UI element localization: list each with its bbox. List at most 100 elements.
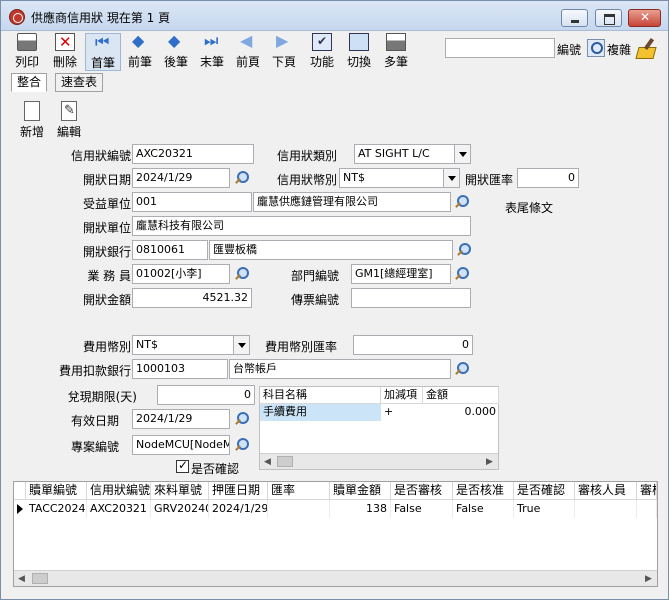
grid-header[interactable]: 審核 — [637, 482, 657, 500]
prev-page-icon — [238, 31, 258, 51]
chevron-down-icon[interactable] — [233, 336, 249, 354]
lc-type-select[interactable]: AT SIGHT L/C — [354, 144, 471, 164]
function-button[interactable]: 功能 — [304, 33, 340, 71]
first-record-button[interactable]: 首筆 — [85, 32, 121, 71]
title-bar[interactable]: 供應商信用狀 現在第 1 頁 — [1, 1, 668, 31]
lc-number-field[interactable]: AXC20321 — [132, 144, 254, 164]
grid-cell[interactable] — [268, 500, 330, 518]
switch-button[interactable]: 切換 — [341, 33, 377, 71]
fee-grid-cell[interactable]: 0.000 — [423, 404, 499, 421]
project-lookup-icon[interactable] — [233, 436, 251, 454]
fee-rate-field[interactable]: 0 — [353, 335, 473, 355]
grid-header[interactable]: 信用狀編號 — [87, 482, 151, 500]
expiry-label: 有效日期 — [70, 414, 119, 428]
open-date-lookup-icon[interactable] — [233, 169, 251, 187]
amount-field[interactable]: 4521.32 — [132, 288, 252, 308]
staff-lookup-icon[interactable] — [233, 265, 251, 283]
grid-header[interactable]: 來料單號 — [151, 482, 209, 500]
lc-currency-select[interactable]: NT$ — [339, 168, 460, 188]
multi-record-button[interactable]: 多筆 — [378, 33, 414, 71]
bank-code-field[interactable]: 0810061 — [132, 240, 208, 260]
scroll-right-icon[interactable]: ▶ — [486, 457, 493, 467]
grid-cell[interactable] — [575, 500, 637, 518]
scroll-thumb[interactable] — [277, 456, 293, 467]
lc-form: 信用狀編號 AXC20321 信用狀類別 AT SIGHT L/C 開狀日期 2… — [13, 142, 658, 477]
grid-cell[interactable]: TACC20240 — [26, 500, 87, 518]
tab-integrated[interactable]: 整合 — [11, 73, 48, 92]
prev-record-button[interactable]: 前筆 — [122, 31, 158, 71]
next-record-button[interactable]: 後筆 — [158, 31, 194, 71]
grid-header[interactable]: 是否核准 — [453, 482, 514, 500]
fee-bank-code-field[interactable]: 1000103 — [132, 359, 228, 379]
project-field[interactable]: NodeMCU[NodeMC — [132, 435, 230, 455]
new-button[interactable]: 新增 — [15, 101, 49, 140]
lc-type-label: 信用狀類別 — [276, 149, 337, 163]
expiry-lookup-icon[interactable] — [233, 410, 251, 428]
days-field[interactable]: 0 — [157, 385, 255, 405]
open-rate-field[interactable]: 0 — [517, 168, 579, 188]
confirmed-checkbox[interactable] — [176, 458, 189, 473]
complex-search-label[interactable]: 複雜 — [607, 41, 631, 58]
bank-lookup-icon[interactable] — [455, 241, 473, 259]
grid-header[interactable]: 贖單編號 — [26, 482, 87, 500]
bank-name-field[interactable]: 匯豐板橋 — [209, 240, 453, 260]
scroll-left-icon[interactable]: ◀ — [264, 457, 271, 467]
fee-grid-cell[interactable]: 手續費用 — [260, 404, 381, 421]
fee-grid-cell[interactable]: + — [381, 404, 423, 421]
tab-quick-table[interactable]: 速查表 — [55, 73, 104, 92]
chevron-down-icon[interactable] — [443, 169, 459, 187]
grid-scrollbar[interactable]: ◀ ▶ — [14, 570, 657, 586]
grid-header[interactable]: 是否審核 — [391, 482, 453, 500]
grid-cell[interactable]: 2024/1/29 — [209, 500, 268, 518]
grid-cell[interactable]: 138 — [330, 500, 391, 518]
edit-button[interactable]: 編輯 — [52, 101, 86, 140]
delete-button[interactable]: 刪除 — [47, 33, 83, 71]
beneficiary-code-field[interactable]: 001 — [132, 192, 252, 212]
fee-currency-select[interactable]: NT$ — [132, 335, 250, 355]
grid-header[interactable]: 贖單金額 — [330, 482, 391, 500]
grid-cell[interactable] — [637, 500, 657, 518]
grid-header[interactable]: 是否確認 — [514, 482, 575, 500]
project-label: 專案編號 — [70, 440, 119, 454]
staff-field[interactable]: 01002[小李] — [132, 264, 230, 284]
last-record-button[interactable]: 末筆 — [194, 31, 230, 71]
scroll-right-icon[interactable]: ▶ — [645, 574, 652, 584]
print-button[interactable]: 列印 — [9, 33, 45, 71]
search-input[interactable] — [445, 38, 555, 58]
close-button[interactable] — [628, 9, 661, 27]
grid-cell[interactable]: GRV202401 — [151, 500, 209, 518]
grid-header[interactable]: 審核人員 — [575, 482, 637, 500]
minimize-button[interactable] — [561, 9, 588, 27]
open-date-field[interactable]: 2024/1/29 — [132, 168, 230, 188]
fee-bank-label: 費用扣款銀行 — [58, 364, 131, 378]
prev-page-button[interactable]: 前頁 — [230, 31, 266, 71]
chevron-down-icon[interactable] — [454, 145, 470, 163]
beneficiary-lookup-icon[interactable] — [453, 193, 471, 211]
fee-grid-header[interactable]: 科目名稱 — [260, 387, 381, 404]
scroll-thumb[interactable] — [32, 573, 48, 584]
edit-document-icon — [61, 101, 77, 121]
dept-field[interactable]: GM1[總經理室] — [351, 264, 451, 284]
grid-cell[interactable]: False — [391, 500, 453, 518]
scroll-left-icon[interactable]: ◀ — [18, 574, 25, 584]
grid-cell[interactable]: True — [514, 500, 575, 518]
issuer-field[interactable]: 龐慧科技有限公司 — [132, 216, 471, 236]
fee-grid-scrollbar[interactable]: ◀ ▶ — [260, 453, 498, 469]
expiry-field[interactable]: 2024/1/29 — [132, 409, 230, 429]
grid-header[interactable]: 匯率 — [268, 482, 330, 500]
fee-grid-header[interactable]: 金額 — [423, 387, 499, 404]
clear-brush-icon[interactable] — [635, 37, 657, 59]
search-icon[interactable] — [587, 39, 605, 57]
fee-bank-lookup-icon[interactable] — [453, 360, 471, 378]
beneficiary-name-field[interactable]: 龐慧供應鏈管理有限公司 — [253, 192, 451, 212]
maximize-button[interactable] — [595, 9, 622, 27]
next-page-button[interactable]: 下頁 — [266, 31, 302, 71]
fee-grid-header[interactable]: 加減項 — [381, 387, 423, 404]
grid-cell[interactable]: AXC20321 — [87, 500, 151, 518]
voucher-field[interactable] — [351, 288, 471, 308]
grid-cell[interactable]: False — [453, 500, 514, 518]
end-text-label[interactable]: 表尾條文 — [501, 199, 553, 216]
grid-header[interactable]: 押匯日期 — [209, 482, 268, 500]
fee-bank-name-field[interactable]: 台幣帳戶 — [229, 359, 451, 379]
dept-lookup-icon[interactable] — [453, 265, 471, 283]
